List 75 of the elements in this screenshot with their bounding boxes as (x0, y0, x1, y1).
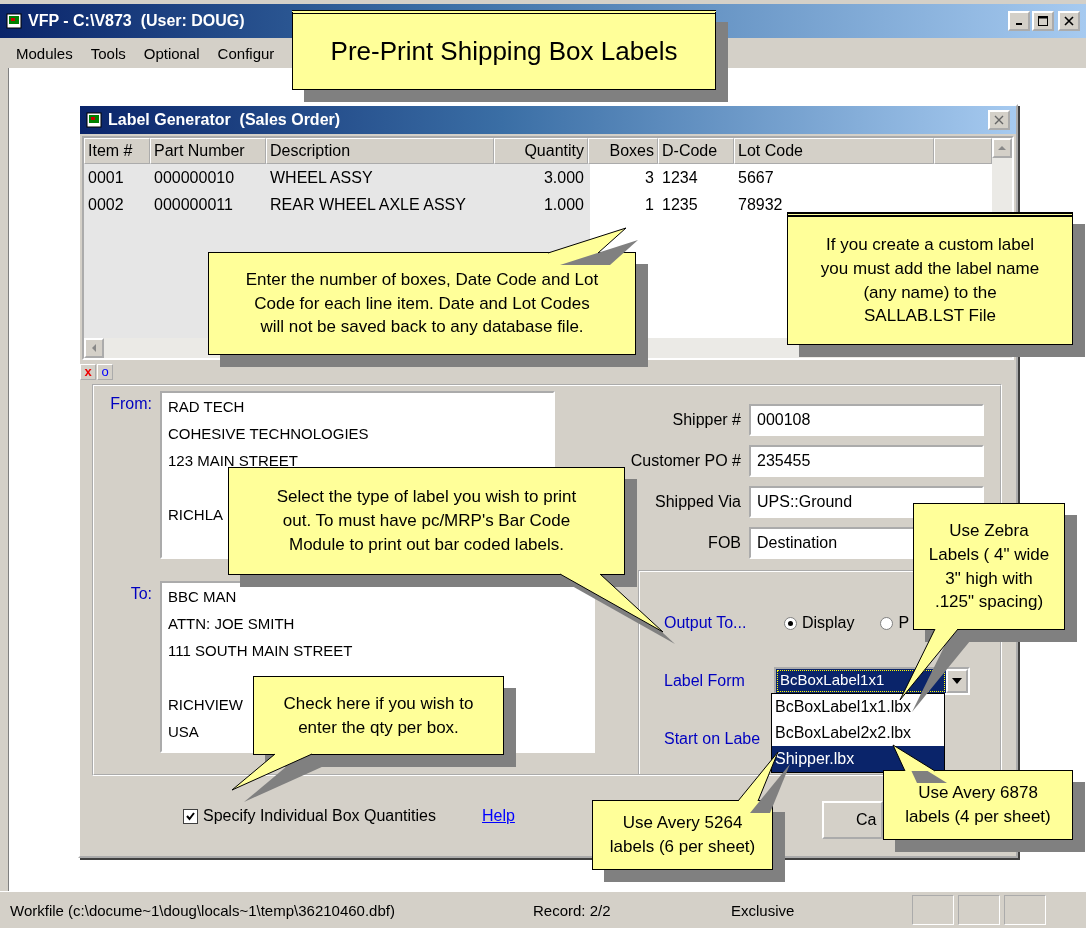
column-header[interactable]: Quantity (494, 138, 588, 164)
address-line: COHESIVE TECHNOLOGIES (168, 424, 369, 444)
field-label: Shipper # (671, 411, 741, 429)
field-label: Output To... (664, 614, 748, 632)
menu-item[interactable]: Modules (16, 44, 73, 62)
address-line: ATTN: JOE SMITH (168, 614, 295, 634)
status-text: Exclusive (731, 902, 795, 919)
menu-item[interactable]: Optional (143, 44, 200, 62)
input-field[interactable]: Destination (749, 527, 914, 559)
minimize-button[interactable] (1008, 11, 1030, 31)
column-header[interactable]: Item # (84, 138, 150, 164)
cancel-button[interactable]: Ca (822, 801, 883, 839)
table-cell-text: 0002 (87, 195, 125, 214)
address-line: RAD TECH (168, 397, 245, 417)
radio-button[interactable]: P (880, 614, 910, 632)
checkbox[interactable]: Specify Individual Box Quantities (183, 807, 436, 825)
input-field[interactable]: 235455 (749, 445, 984, 477)
radio-button[interactable]: Display (784, 614, 855, 632)
help-link[interactable]: Help (482, 807, 515, 825)
minimize-icon (1016, 23, 1022, 25)
menu-item[interactable]: Configur (217, 44, 275, 62)
left-arrow-icon (91, 344, 97, 352)
app-icon (6, 13, 22, 29)
app-icon (86, 112, 102, 128)
toolbar-button[interactable]: o (97, 364, 113, 380)
address-line: USA (168, 722, 199, 742)
input-field[interactable]: 000108 (749, 404, 984, 436)
close-icon (994, 115, 1004, 125)
column-header[interactable]: Part Number (150, 138, 266, 164)
maximize-button[interactable] (1032, 11, 1054, 31)
dialog-title: Label Generator (Sales Order) (108, 111, 341, 129)
column-header[interactable]: D-Code (658, 138, 734, 164)
column-header[interactable]: Lot Code (734, 138, 934, 164)
table-cell-text: 000000010 (153, 168, 236, 187)
scroll-up-button[interactable] (992, 138, 1012, 158)
table-cell-text: 1.000 (542, 195, 585, 214)
status-pane (912, 895, 954, 925)
dropdown-option[interactable]: BcBoxLabel1x1.lbx (772, 694, 944, 720)
field-label: To: (129, 584, 152, 604)
close-icon (1064, 16, 1074, 26)
column-header[interactable]: Description (266, 138, 494, 164)
table-cell-text: REAR WHEEL AXLE ASSY (269, 195, 467, 214)
table-cell-text: 1 (644, 195, 655, 214)
address-line: 111 SOUTH MAIN STREET (168, 641, 353, 661)
table-cell-text: 78932 (737, 195, 784, 214)
column-header[interactable]: Boxes (588, 138, 658, 164)
table-cell-text: WHEEL ASSY (269, 168, 374, 187)
field-label: Start on Labe (664, 730, 762, 748)
field-label: FOB (707, 534, 741, 552)
window-title: VFP - C:\V873 (User: DOUG) (28, 12, 245, 30)
address-line: RICHLA (168, 505, 223, 525)
up-arrow-icon (998, 145, 1006, 151)
table-cell-text: 0001 (87, 168, 125, 187)
status-pane (1004, 895, 1046, 925)
status-pane (958, 895, 1000, 925)
scroll-left-button[interactable] (84, 338, 104, 358)
address-line: BBC MAN (168, 587, 237, 607)
table-cell-text: 3 (644, 168, 655, 187)
caret-icon (952, 678, 962, 684)
address-line: RICHVIEW (168, 695, 243, 715)
maximize-icon (1038, 16, 1048, 26)
menu-item[interactable]: Tools (90, 44, 126, 62)
close-button[interactable] (1058, 11, 1080, 31)
table-cell-text: 5667 (737, 168, 775, 187)
field-label: Shipped Via (654, 493, 741, 511)
status-text: Workfile (c:\docume~1\doug\locals~1\temp\36210460.dbf) (10, 902, 395, 919)
table-cell-text: 1234 (661, 168, 699, 187)
table-cell-text: 3.000 (542, 168, 585, 187)
field-label: Label Form (664, 672, 746, 690)
dropdown-option[interactable]: BcBoxLabel2x2.lbx (772, 720, 944, 746)
field-label: From: (109, 394, 152, 414)
table-cell-text: 000000011 (153, 195, 234, 214)
field-label: Customer PO # (629, 452, 741, 470)
status-text: Record: 2/2 (533, 902, 611, 919)
table-cell-text: 1235 (661, 195, 699, 214)
